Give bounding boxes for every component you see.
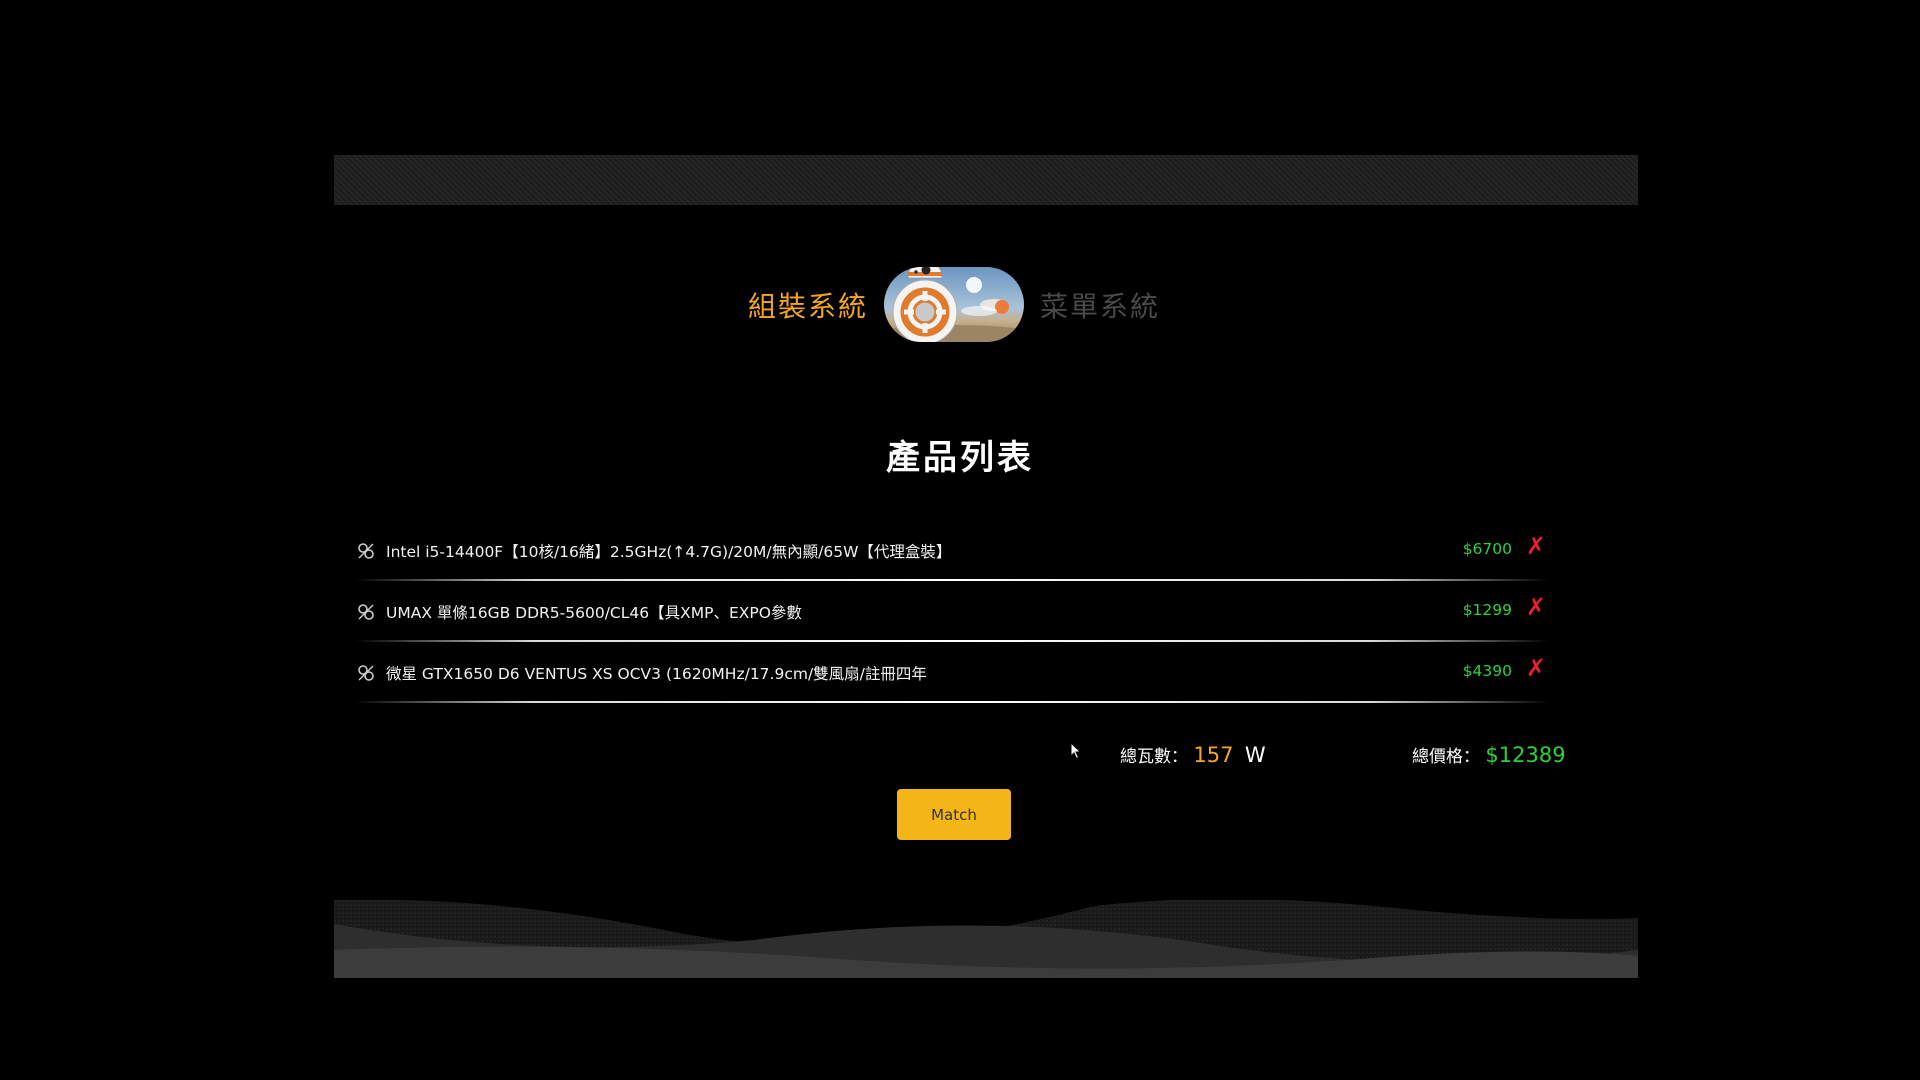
remove-item-button[interactable]: ✗ bbox=[1526, 595, 1546, 619]
mode-label-assemble[interactable]: 組裝系統 bbox=[748, 285, 868, 325]
total-watt-unit: W bbox=[1244, 743, 1266, 767]
header-banner bbox=[334, 155, 1638, 205]
mouse-cursor-icon bbox=[1070, 742, 1082, 760]
mode-toggle[interactable] bbox=[884, 267, 1024, 342]
total-price-value: $12389 bbox=[1485, 743, 1566, 767]
total-price: 總價格： $12389 bbox=[1412, 742, 1566, 767]
list-item: 微星 GTX1650 D6 VENTUS XS OCV3 (1620MHz/17… bbox=[354, 642, 1550, 703]
component-icon bbox=[358, 543, 374, 559]
list-item: UMAX 單條16GB DDR5-5600/CL46【具XMP、EXPO參數 $… bbox=[354, 581, 1550, 642]
mode-switch: 組裝系統 菜單系統 bbox=[0, 245, 1920, 345]
total-watt: 總瓦數： 157 W bbox=[1120, 742, 1266, 767]
match-button[interactable]: Match bbox=[897, 789, 1011, 840]
total-price-label: 總價格： bbox=[1412, 747, 1480, 767]
bb8-droid-icon bbox=[892, 267, 958, 342]
item-name: Intel i5-14400F【10核/16緒】2.5GHz(↑4.7G)/20… bbox=[386, 543, 952, 561]
divider bbox=[354, 701, 1550, 703]
item-name: 微星 GTX1650 D6 VENTUS XS OCV3 (1620MHz/17… bbox=[386, 665, 927, 683]
total-watt-value: 157 bbox=[1193, 743, 1234, 767]
page-title: 產品列表 bbox=[886, 438, 1034, 478]
total-watt-label: 總瓦數： bbox=[1120, 747, 1188, 767]
item-price: $1299 bbox=[1462, 601, 1512, 619]
item-name: UMAX 單條16GB DDR5-5600/CL46【具XMP、EXPO參數 bbox=[386, 604, 802, 622]
component-icon bbox=[358, 604, 374, 620]
footer-wave bbox=[334, 900, 1638, 978]
item-price: $4390 bbox=[1462, 662, 1512, 680]
item-price: $6700 bbox=[1462, 540, 1512, 558]
list-item: Intel i5-14400F【10核/16緒】2.5GHz(↑4.7G)/20… bbox=[354, 520, 1550, 581]
remove-item-button[interactable]: ✗ bbox=[1526, 534, 1546, 558]
mode-label-menu[interactable]: 菜單系統 bbox=[1040, 285, 1160, 325]
component-icon bbox=[358, 665, 374, 681]
remove-item-button[interactable]: ✗ bbox=[1526, 656, 1546, 680]
product-list: Intel i5-14400F【10核/16緒】2.5GHz(↑4.7G)/20… bbox=[354, 520, 1550, 703]
